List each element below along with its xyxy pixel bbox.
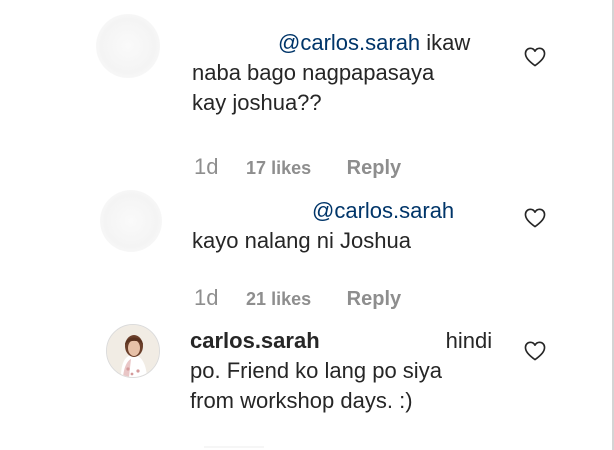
comment-line-2: naba bago nagpapasaya [192,60,435,85]
avatar[interactable] [100,190,162,252]
comment-line-1: carlos.sarah hindi [190,326,492,356]
likes-count[interactable]: 21 likes [246,289,311,310]
comment-item: carlos.sarah hindi po. Friend ko lang po … [0,320,600,450]
comment-line-3: kay joshua?? [192,90,322,115]
comment-time[interactable]: 1d [194,154,218,180]
username-link[interactable]: carlos.sarah [190,328,320,353]
heart-outline-icon[interactable] [524,341,546,361]
likes-count[interactable]: 17 likes [246,158,311,179]
heart-outline-icon[interactable] [524,208,546,228]
avatar[interactable] [96,14,160,78]
comment-meta: 1d 17 likes Reply [194,154,401,180]
comment-text: carlos.sarah hindi po. Friend ko lang po … [190,326,492,416]
comment-text: @carlos.sarah ikaw naba bago nagpapasaya… [192,28,470,118]
comment-line-2: kayo nalang ni Joshua [192,228,411,253]
comment-text-span: ikaw [420,30,471,55]
comment-line-1: @carlos.sarah ikaw [192,28,470,58]
redacted-area [320,334,446,348]
avatar[interactable] [106,324,160,378]
comment-line-3: from workshop days. :) [190,388,413,413]
comment-text: @carlos.sarah kayo nalang ni Joshua [192,196,454,256]
reply-button[interactable]: Reply [347,157,401,180]
heart-outline-icon[interactable] [524,47,546,67]
comments-panel: @carlos.sarah ikaw naba bago nagpapasaya… [0,0,614,450]
mention-link[interactable]: @carlos.sarah [312,198,454,223]
comment-time[interactable]: 1d [194,285,218,311]
mention-link[interactable]: @carlos.sarah [278,30,420,55]
comment-item: @carlos.sarah kayo nalang ni Joshua 1d 2… [0,190,600,320]
comment-line-2: po. Friend ko lang po siya [190,358,442,383]
comment-text-span: hindi [445,328,493,353]
comment-meta: 1d 21 likes Reply [194,285,401,311]
comment-line-1: @carlos.sarah [192,196,454,226]
comment-item: @carlos.sarah ikaw naba bago nagpapasaya… [0,0,600,195]
reply-button[interactable]: Reply [347,288,401,311]
divider [204,446,264,448]
profile-photo [107,325,159,377]
